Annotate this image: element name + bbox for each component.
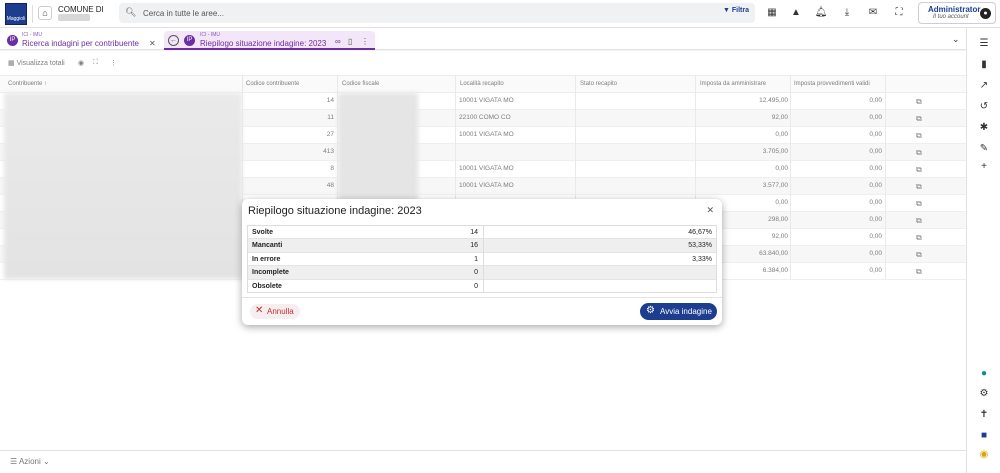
account-menu[interactable]: Administrator Il tuo account ●	[918, 2, 996, 24]
summary-percent: 53,33%	[688, 242, 712, 250]
summary-row-incomplete: Incomplete 0	[248, 266, 716, 280]
summary-table: Svolte 14 46,67% Mancanti 16 53,33% In e…	[247, 225, 717, 293]
cancel-button[interactable]: ✕ Annulla	[250, 304, 300, 319]
list-icon[interactable]: ☰	[977, 37, 991, 51]
summary-count: 1	[474, 255, 478, 263]
tab-riepilogo[interactable]: ← IP ICI - IMU Riepilogo situazione inda…	[164, 31, 375, 50]
municipality-label: COMUNE DI	[58, 5, 104, 14]
app-logo[interactable]: Maggioli	[5, 3, 27, 25]
edit-note-icon[interactable]: ✎	[977, 142, 991, 156]
plugin-icon[interactable]: ✱	[977, 121, 991, 135]
global-search[interactable]: 🔍︎ Cerca in tutte le aree... ▼ Filtra	[119, 3, 755, 23]
apps-grid-icon[interactable]: ▦	[763, 5, 781, 21]
menu-icon: ☰	[10, 457, 19, 466]
history-icon[interactable]: ↺	[977, 100, 991, 114]
location-icon[interactable]: ●	[977, 367, 991, 381]
summary-count: 14	[470, 229, 478, 236]
avatar-icon: ●	[980, 8, 991, 19]
summary-percent: 46,67%	[688, 229, 712, 236]
gear-icon[interactable]: ⚙	[977, 387, 991, 401]
tab-module: ICI - IMU	[22, 32, 42, 38]
summary-label: Obsolete	[252, 282, 282, 290]
summary-row-svolte: Svolte 14 46,67%	[248, 226, 716, 240]
user-subtitle: Il tuo account	[933, 14, 969, 20]
tab-label: Ricerca indagini per contribuente	[22, 39, 139, 48]
close-icon: ✕	[255, 305, 264, 316]
summary-label: Mancanti	[252, 242, 283, 250]
summary-label: In errore	[252, 255, 281, 263]
summary-row-obsolete: Obsolete 0	[248, 280, 716, 293]
filter-button[interactable]: ▼ Filtra	[723, 7, 749, 14]
close-icon[interactable]: ✕	[706, 205, 714, 216]
book-icon[interactable]: ▮	[977, 58, 991, 72]
user-name: Administrator	[928, 5, 981, 14]
warning-icon[interactable]: ▲	[787, 5, 805, 21]
add-icon[interactable]: +	[977, 160, 991, 174]
tab-module: ICI - IMU	[200, 32, 220, 38]
tab-bar: IP ICI - IMU Ricerca indagini per contri…	[0, 28, 966, 50]
chevron-down-icon[interactable]: ⌄	[952, 34, 960, 45]
more-icon[interactable]: ⋮	[361, 37, 369, 46]
search-input[interactable]: Cerca in tutte le aree...	[143, 9, 224, 18]
bell-icon[interactable]: 🔔︎	[812, 5, 830, 21]
chat-icon[interactable]: ■	[977, 429, 991, 443]
divider	[32, 5, 33, 23]
tab-ricerca-indagini[interactable]: IP ICI - IMU Ricerca indagini per contri…	[4, 31, 160, 50]
bookmark-icon[interactable]: ▯	[348, 37, 352, 46]
trend-icon[interactable]: ↗	[977, 79, 991, 93]
summary-count: 0	[474, 282, 478, 290]
summary-percent: 3,33%	[692, 255, 712, 263]
actions-menu[interactable]: ☰ Azioni ⌄	[10, 457, 50, 466]
divider	[483, 226, 484, 292]
summary-count: 0	[474, 269, 478, 277]
module-badge-icon: IP	[7, 35, 18, 46]
divider	[242, 297, 722, 298]
summary-dialog: Riepilogo situazione indagine: 2023 ✕ Sv…	[242, 199, 722, 325]
module-badge-icon: IP	[184, 35, 195, 46]
download-icon[interactable]: ⤓	[838, 5, 856, 21]
summary-label: Incomplete	[252, 269, 289, 277]
summary-label: Svolte	[252, 229, 274, 236]
search-icon: 🔍︎	[125, 7, 137, 17]
right-sidebar: ☰ ▮ ↗ ↺ ✱ ✎ + ● ⚙ ✝ ■ ◉	[966, 28, 1000, 473]
accessibility-icon[interactable]: ✝	[977, 408, 991, 422]
support-icon[interactable]: ◉	[977, 448, 991, 462]
back-arrow-icon[interactable]: ←	[168, 35, 179, 46]
chevron-down-icon: ⌄	[42, 457, 50, 466]
link-icon[interactable]: ∞	[335, 37, 341, 46]
tab-label: Riepilogo situazione indagine: 2023	[200, 39, 327, 48]
bottom-bar: ☰ Azioni ⌄	[0, 450, 966, 473]
dialog-title: Riepilogo situazione indagine: 2023	[248, 205, 422, 217]
fullscreen-icon[interactable]: ⛶	[890, 5, 908, 21]
summary-count: 16	[470, 242, 478, 250]
start-investigation-button[interactable]: ⚙ Avvia indagine	[640, 303, 717, 320]
summary-row-in-errore: In errore 1 3,33%	[248, 253, 716, 267]
gears-icon: ⚙	[646, 305, 655, 316]
summary-row-mancanti: Mancanti 16 53,33%	[248, 239, 716, 253]
mail-icon[interactable]: ✉	[864, 5, 882, 21]
municipality-icon[interactable]: ⌂	[38, 6, 52, 20]
top-bar: Maggioli ⌂ COMUNE DI 🔍︎ Cerca in tutte l…	[0, 0, 1000, 28]
filter-icon: ▼	[723, 7, 732, 14]
municipality-name-redacted	[58, 14, 90, 21]
close-icon[interactable]: ✕	[149, 39, 156, 48]
